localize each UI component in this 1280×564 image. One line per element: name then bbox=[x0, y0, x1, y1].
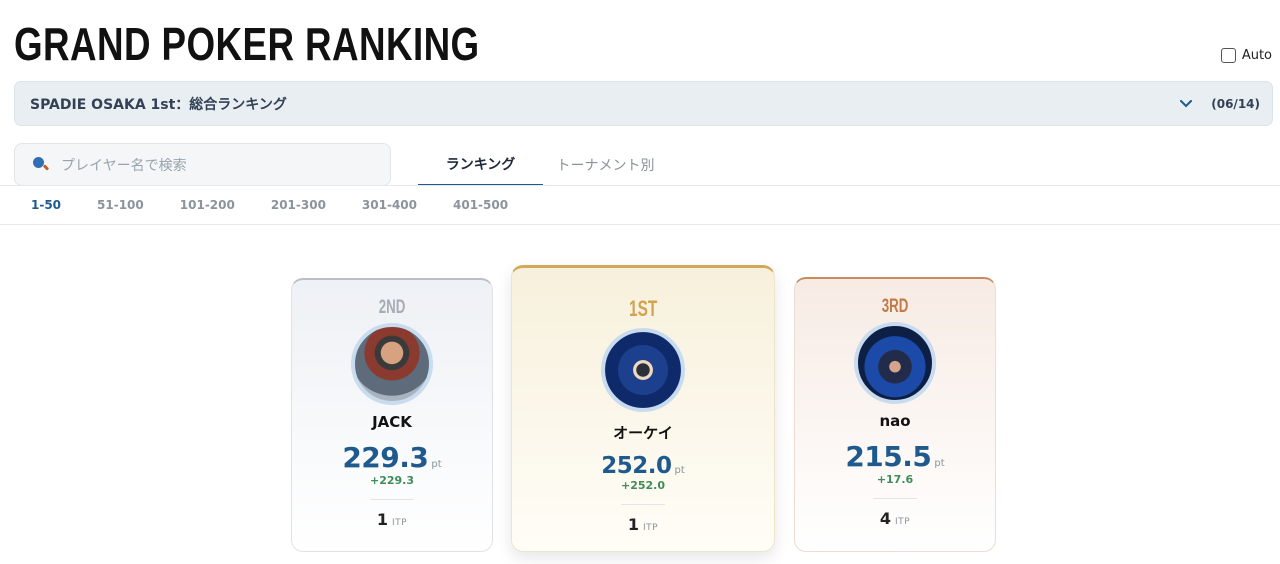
points-row: 215.5 pt bbox=[845, 440, 944, 473]
itp-count: 1 bbox=[627, 515, 640, 534]
podium-card-third[interactable]: 3RD nao 215.5 pt +17.6 4 ITP bbox=[794, 277, 996, 552]
range-301-400[interactable]: 301-400 bbox=[362, 198, 417, 212]
player-search-input[interactable]: プレイヤー名で検索 bbox=[14, 143, 391, 186]
rank-badge: 1ST bbox=[628, 296, 658, 321]
points-delta: +17.6 bbox=[876, 473, 914, 486]
tab-ranking[interactable]: ランキング bbox=[418, 143, 543, 186]
rank-badge: 2ND bbox=[378, 297, 406, 318]
divider bbox=[873, 498, 917, 499]
tab-tournament[interactable]: トーナメント別 bbox=[543, 143, 668, 186]
points-value: 252.0 bbox=[601, 453, 672, 479]
rank-range-bar: 1-50 51-100 101-200 201-300 301-400 401-… bbox=[0, 186, 1280, 225]
auto-toggle[interactable]: Auto bbox=[1220, 48, 1272, 63]
itp-row: 4 ITP bbox=[880, 509, 910, 528]
range-201-300[interactable]: 201-300 bbox=[271, 198, 326, 212]
range-401-500[interactable]: 401-500 bbox=[453, 198, 508, 212]
player-name: JACK bbox=[372, 413, 412, 431]
event-select-dropdown[interactable]: SPADIE OSAKA 1st：総合ランキング (06/14) bbox=[14, 81, 1273, 126]
points-delta: +252.0 bbox=[620, 479, 665, 492]
range-51-100[interactable]: 51-100 bbox=[97, 198, 144, 212]
view-tabs: ランキング トーナメント別 bbox=[418, 143, 668, 186]
avatar bbox=[601, 328, 685, 412]
auto-label: Auto bbox=[1241, 48, 1272, 63]
itp-row: 1 ITP bbox=[377, 510, 407, 529]
auto-checkbox[interactable] bbox=[1220, 48, 1236, 63]
rank-badge: 3RD bbox=[881, 296, 909, 317]
points-unit: pt bbox=[431, 459, 442, 470]
podium-card-second[interactable]: 2ND JACK 229.3 pt +229.3 1 ITP bbox=[291, 278, 493, 552]
points-value: 215.5 bbox=[845, 440, 932, 473]
itp-row: 1 ITP bbox=[628, 515, 658, 534]
event-counter: (06/14) bbox=[1211, 96, 1260, 111]
avatar bbox=[351, 323, 433, 405]
itp-count: 4 bbox=[879, 509, 892, 528]
itp-unit: ITP bbox=[643, 523, 659, 533]
points-delta: +229.3 bbox=[369, 474, 414, 487]
points-unit: pt bbox=[674, 465, 685, 476]
itp-unit: ITP bbox=[392, 518, 408, 528]
itp-count: 1 bbox=[376, 510, 389, 529]
range-101-200[interactable]: 101-200 bbox=[180, 198, 235, 212]
divider bbox=[621, 504, 665, 505]
page-title: GRAND POKER RANKING bbox=[14, 18, 480, 70]
search-placeholder: プレイヤー名で検索 bbox=[61, 157, 187, 174]
points-value: 229.3 bbox=[342, 441, 429, 474]
player-name: nao bbox=[879, 412, 911, 430]
chevron-down-icon[interactable] bbox=[1173, 96, 1199, 112]
player-name: オーケイ bbox=[613, 424, 673, 442]
podium-card-first[interactable]: 1ST オーケイ 252.0 pt +252.0 1 ITP bbox=[511, 265, 775, 552]
points-row: 229.3 pt bbox=[342, 441, 441, 474]
range-1-50[interactable]: 1-50 bbox=[31, 198, 61, 212]
itp-unit: ITP bbox=[895, 517, 911, 527]
search-icon bbox=[33, 156, 50, 173]
points-unit: pt bbox=[934, 458, 945, 469]
divider bbox=[370, 499, 414, 500]
points-row: 252.0 pt bbox=[601, 453, 685, 479]
avatar bbox=[854, 322, 936, 404]
event-select-value: SPADIE OSAKA 1st：総合ランキング bbox=[30, 96, 287, 113]
